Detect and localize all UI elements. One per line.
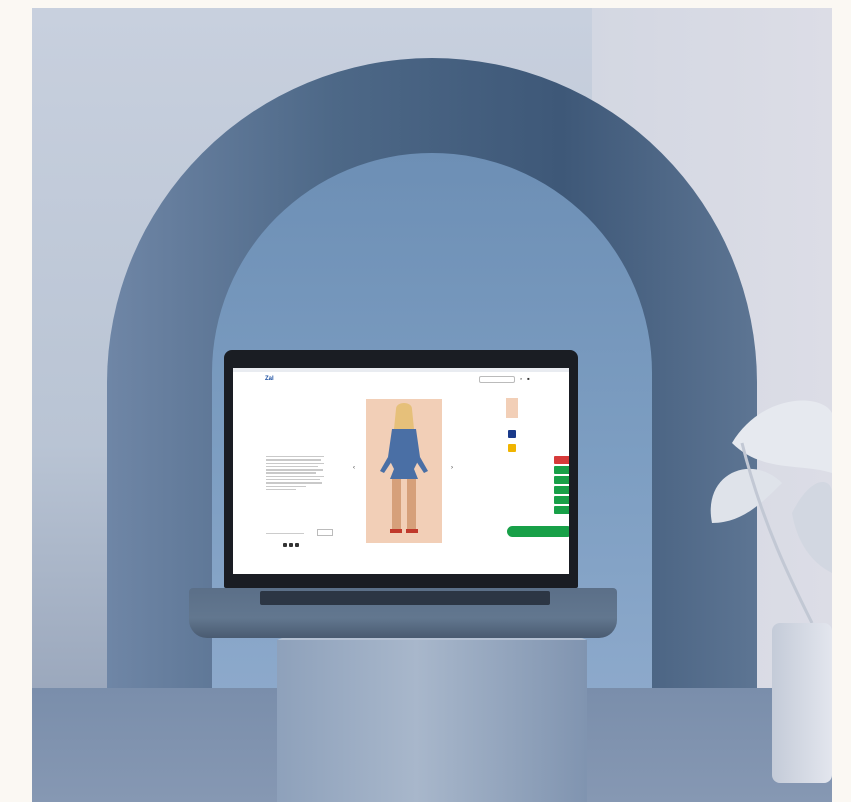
buy-button[interactable] <box>507 526 569 537</box>
add-size-button[interactable] <box>554 466 569 474</box>
size-row <box>508 486 569 495</box>
add-size-button[interactable] <box>554 486 569 494</box>
product-photo[interactable] <box>366 399 442 543</box>
add-size-button[interactable] <box>554 506 569 514</box>
site-logo[interactable]: Zal <box>265 376 279 382</box>
size-row <box>508 496 569 505</box>
zipcode-input[interactable] <box>266 529 304 534</box>
pinterest-icon[interactable] <box>295 543 299 547</box>
size-row <box>508 466 569 475</box>
description-text <box>266 456 324 492</box>
size-row <box>508 476 569 485</box>
size-row <box>508 506 569 515</box>
prev-image-arrow-icon[interactable]: ‹ <box>353 465 355 471</box>
add-size-button[interactable] <box>554 476 569 484</box>
model-figure <box>380 403 428 533</box>
search-input[interactable] <box>479 376 515 383</box>
plant <box>710 400 832 624</box>
plant-pot <box>772 623 832 783</box>
color-swatch-yellow[interactable] <box>508 444 516 452</box>
search-icon[interactable]: ⌕ <box>520 376 522 381</box>
calculate-shipping-button[interactable] <box>317 529 333 536</box>
site-header: Zal ⌕ ■ <box>233 372 569 386</box>
laptop-keyboard <box>260 591 550 605</box>
twitter-icon[interactable] <box>289 543 293 547</box>
pedestal <box>277 640 587 802</box>
add-size-button[interactable] <box>554 496 569 504</box>
unavailable-pill <box>554 456 569 464</box>
share-icons <box>283 543 299 547</box>
size-row <box>508 456 569 465</box>
facebook-icon[interactable] <box>283 543 287 547</box>
product-thumbnail[interactable] <box>506 398 518 418</box>
bag-icon[interactable]: ■ <box>527 376 529 381</box>
color-swatch-navy[interactable] <box>508 430 516 438</box>
header-icons: ⌕ ■ <box>520 376 530 381</box>
laptop-screen: Zal ⌕ ■ ‹ › <box>233 368 569 574</box>
logo-text: Zal <box>265 376 274 382</box>
next-image-arrow-icon[interactable]: › <box>451 465 453 471</box>
